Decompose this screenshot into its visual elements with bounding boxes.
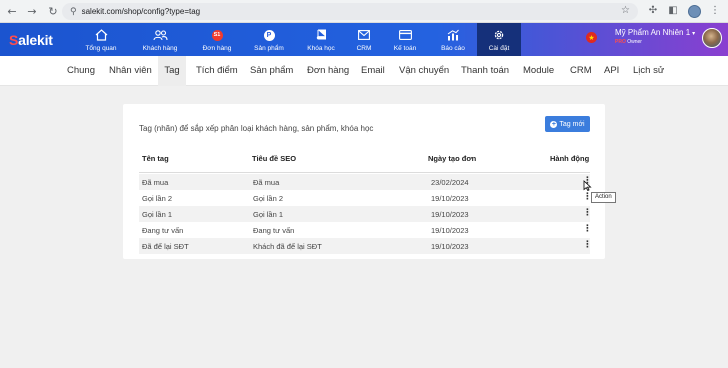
reload-icon[interactable]: ↻ <box>45 5 61 18</box>
tag-seo-title: Đã mua <box>253 178 280 187</box>
browser-menu-icon[interactable]: ⋮ <box>708 5 722 16</box>
table-row: Gọi lần 2 Gọi lần 2 19/10/2023 ⋮ <box>139 190 592 206</box>
more-vertical-icon[interactable]: ⋮ <box>583 240 592 250</box>
tab-don-hang[interactable]: Đơn hàng <box>302 56 354 86</box>
table-row: Đã mua Đã mua 23/02/2024 ⋮ <box>139 174 592 190</box>
tag-date: 19/10/2023 <box>431 210 469 219</box>
tab-chung[interactable]: Chung <box>62 56 100 86</box>
mail-icon <box>358 27 370 43</box>
salekit-logo[interactable]: Salekit <box>9 32 53 48</box>
nav-san-pham[interactable]: P Sản phẩm <box>251 23 287 56</box>
add-tag-button[interactable]: + Tag mới <box>545 116 590 132</box>
wallet-icon <box>398 27 412 43</box>
tag-date: 19/10/2023 <box>431 194 469 203</box>
table-row: Đang tư vấn Đang tư vấn 19/10/2023 ⋮ <box>139 222 592 238</box>
tag-date: 19/10/2023 <box>431 226 469 235</box>
nav-khach-hang[interactable]: Khách hàng <box>140 23 180 56</box>
sidebar-icon[interactable]: ◧ <box>666 5 680 16</box>
tag-seo-title: Gọi lần 1 <box>253 210 284 219</box>
forward-arrow-icon[interactable]: → <box>24 5 40 18</box>
tag-name: Đã mua <box>142 178 169 187</box>
vietnam-flag-icon[interactable]: ★ <box>586 32 597 43</box>
tag-card: Tag (nhãn) để sắp xếp phân loại khách hà… <box>123 104 605 259</box>
nav-ke-toan[interactable]: Kế toán <box>390 23 420 56</box>
nav-don-hang[interactable]: S1 Đơn hàng <box>199 23 235 56</box>
tab-email[interactable]: Email <box>356 56 390 86</box>
user-name: Mỹ Phẩm An Nhiên 1 <box>615 28 691 37</box>
home-icon <box>95 27 108 43</box>
mouse-cursor-icon <box>583 180 592 191</box>
extensions-icon[interactable]: ✣ <box>646 5 660 16</box>
plan-badge: PRO <box>615 39 626 45</box>
tab-module[interactable]: Module <box>518 56 559 86</box>
tab-tag[interactable]: Tag <box>158 56 186 86</box>
avatar[interactable] <box>702 28 722 48</box>
nav-khoa-hoc[interactable]: Khóa học <box>304 23 338 56</box>
tag-date: 19/10/2023 <box>431 242 469 251</box>
url-text: salekit.com/shop/config?type=tag <box>81 7 201 16</box>
tab-san-pham[interactable]: Sản phẩm <box>245 56 298 86</box>
chart-icon <box>447 27 459 43</box>
nav-bao-cao[interactable]: Báo cáo <box>438 23 468 56</box>
nav-cai-dat[interactable]: Cài đặt <box>477 23 521 56</box>
more-vertical-icon[interactable]: ⋮ <box>583 208 592 218</box>
book-icon <box>316 27 327 43</box>
browser-profile-avatar[interactable] <box>688 5 701 18</box>
column-header-date: Ngày tạo đơn <box>428 154 477 163</box>
tag-seo-title: Gọi lần 2 <box>253 194 284 203</box>
header-divider <box>139 172 590 173</box>
tag-name: Gọi lần 2 <box>142 194 173 203</box>
plus-icon: + <box>550 120 558 128</box>
tab-crm[interactable]: CRM <box>565 56 597 86</box>
action-tooltip: Action <box>591 192 616 203</box>
back-arrow-icon[interactable]: ← <box>4 5 20 18</box>
orders-badge-icon: S1 <box>211 29 223 41</box>
tag-seo-title: Khách đã để lại SĐT <box>253 242 322 251</box>
product-badge-icon: P <box>263 29 275 41</box>
tab-van-chuyen[interactable]: Vận chuyển <box>394 56 454 86</box>
gear-icon <box>493 27 505 43</box>
user-role: Owner <box>627 39 642 45</box>
tag-name: Gọi lần 1 <box>142 210 173 219</box>
address-bar[interactable]: ⚲ salekit.com/shop/config?type=tag ☆ <box>62 3 638 20</box>
users-icon <box>152 27 168 43</box>
tab-nhan-vien[interactable]: Nhân viên <box>104 56 157 86</box>
column-header-actions: Hành động <box>550 154 590 163</box>
bookmark-star-icon[interactable]: ☆ <box>621 5 630 16</box>
tab-thanh-toan[interactable]: Thanh toán <box>456 56 514 86</box>
tab-api[interactable]: API <box>599 56 624 86</box>
nav-tong-quan[interactable]: Tổng quan <box>82 23 120 56</box>
table-row: Đã để lại SĐT Khách đã để lại SĐT 19/10/… <box>139 238 592 254</box>
chevron-down-icon: ▾ <box>692 31 696 37</box>
column-header-name: Tên tag <box>142 154 169 163</box>
tag-date: 23/02/2024 <box>431 178 469 187</box>
nav-crm[interactable]: CRM <box>352 23 376 56</box>
tag-name: Đã để lại SĐT <box>142 242 189 251</box>
tab-lich-su[interactable]: Lịch sử <box>628 56 669 86</box>
settings-subnav: Chung Nhân viên Tag Tích điểm Sản phẩm Đ… <box>0 56 728 86</box>
browser-toolbar: ← → ↻ ⚲ salekit.com/shop/config?type=tag… <box>0 0 728 23</box>
tag-seo-title: Đang tư vấn <box>253 226 295 235</box>
more-vertical-icon[interactable]: ⋮ <box>583 224 592 234</box>
tab-tich-diem[interactable]: Tích điểm <box>191 56 243 86</box>
user-menu[interactable]: ★ Mỹ Phẩm An Nhiên 1 ▾ PRO Owner <box>586 28 695 45</box>
site-info-icon[interactable]: ⚲ <box>70 7 77 17</box>
tag-description: Tag (nhãn) để sắp xếp phân loại khách hà… <box>139 124 374 133</box>
tag-name: Đang tư vấn <box>142 226 184 235</box>
column-header-seo: Tiêu đề SEO <box>252 154 297 163</box>
table-row: Gọi lần 1 Gọi lần 1 19/10/2023 ⋮ <box>139 206 592 222</box>
